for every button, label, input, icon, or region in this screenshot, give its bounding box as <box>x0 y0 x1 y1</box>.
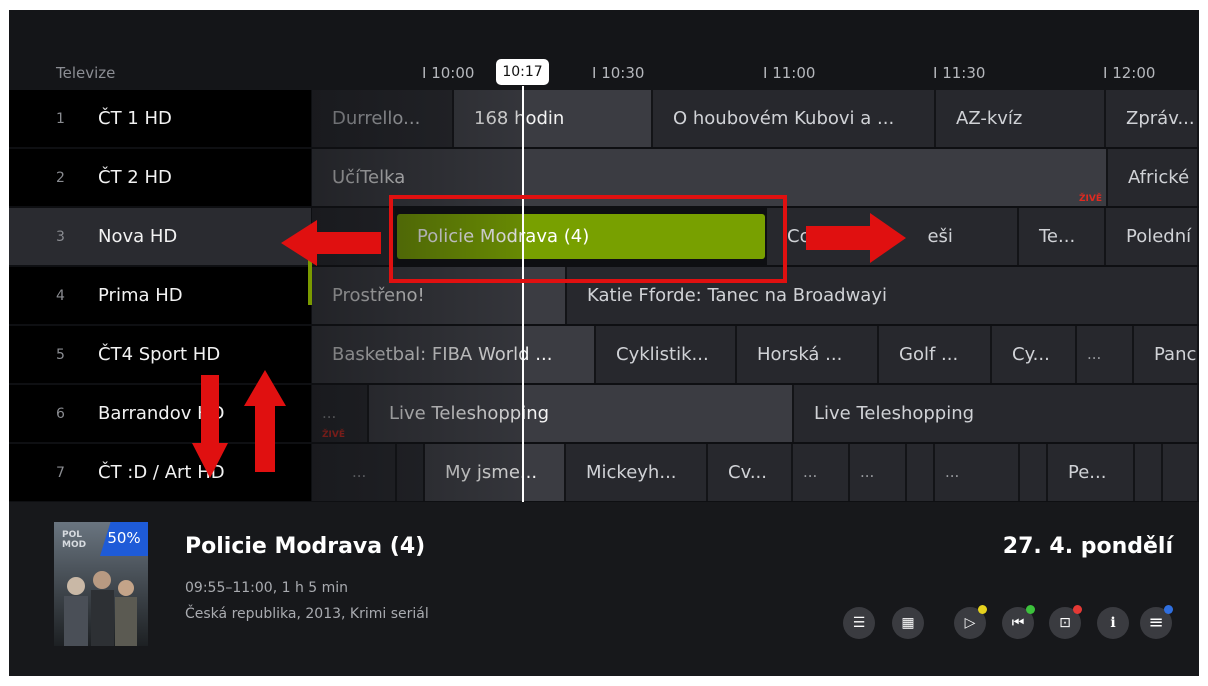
program-cell[interactable]: Live Teleshopping <box>369 385 794 442</box>
channel-name: ČT 1 HD <box>98 108 172 129</box>
channel-name: Prima HD <box>98 285 183 306</box>
channel-row[interactable]: 4 Prima HD <box>9 267 311 324</box>
program-cell[interactable] <box>1020 444 1048 501</box>
program-cell[interactable]: Live Teleshopping <box>794 385 1199 442</box>
program-cell[interactable] <box>397 444 425 501</box>
focus-highlight-frame <box>389 195 787 283</box>
program-row: Basketbal: FIBA World ... Cyklistik... H… <box>312 326 1199 383</box>
current-time-badge: 10:17 <box>496 59 549 85</box>
program-row: Durrello... 168 hodin O houbovém Kubovi … <box>312 90 1199 147</box>
program-time: 09:55–11:00, 1 h 5 min <box>185 580 349 596</box>
restart-icon[interactable]: ⏮ <box>1002 605 1035 639</box>
program-cell[interactable]: Mickeyh... <box>566 444 708 501</box>
play-icon[interactable]: ▷ <box>954 605 987 639</box>
program-cell[interactable] <box>1163 444 1199 501</box>
program-row: ... ŽIVĚ Live Teleshopping Live Teleshop… <box>312 385 1199 442</box>
program-cell[interactable]: 168 hodin <box>454 90 653 147</box>
program-cell[interactable]: Cy... <box>992 326 1077 383</box>
red-key-dot <box>1073 605 1082 614</box>
poster-title: POL MOD <box>62 530 87 550</box>
program-detail-panel: POL MOD 50% Policie Modrava (4) 09:55–11… <box>9 502 1199 676</box>
program-cell[interactable]: ... ŽIVĚ <box>312 385 369 442</box>
channel-row[interactable]: 2 ČT 2 HD <box>9 149 311 206</box>
poster-image <box>64 571 137 646</box>
record-glyph: ⊡ <box>1059 615 1071 631</box>
calendar-icon[interactable]: ▦ <box>892 607 924 639</box>
channel-number: 6 <box>56 405 65 422</box>
program-title: UčíTelka <box>332 167 406 188</box>
program-title: ... <box>322 404 337 422</box>
program-cell[interactable]: AZ-kvíz <box>936 90 1106 147</box>
channel-name: ČT4 Sport HD <box>98 344 221 365</box>
list-glyph: ☰ <box>852 615 866 631</box>
arrow-down-icon <box>192 375 228 478</box>
tv-guide-screen: Televize I 10:00 I 10:30 I 11:00 I 11:30… <box>9 10 1199 676</box>
channel-number: 3 <box>56 228 65 245</box>
blue-key-dot <box>1164 605 1173 614</box>
program-cell[interactable]: ... <box>312 444 397 501</box>
menu-icon[interactable]: ≡ <box>1140 605 1173 639</box>
program-title: Policie Modrava (4) <box>185 534 426 559</box>
live-tag: ŽIVĚ <box>1079 194 1102 204</box>
channel-number: 2 <box>56 169 65 186</box>
program-cell[interactable]: Cv... <box>708 444 793 501</box>
timeline-header: Televize I 10:00 I 10:30 I 11:00 I 11:30… <box>9 10 1199 90</box>
program-cell[interactable]: ... <box>793 444 850 501</box>
time-tick: I 10:30 <box>592 64 645 82</box>
program-cell[interactable]: My jsme... <box>425 444 566 501</box>
watched-progress-badge: 50% <box>100 522 148 556</box>
program-cell[interactable]: Te... <box>1019 208 1106 265</box>
list-icon[interactable]: ☰ <box>843 607 875 639</box>
channel-row-selected[interactable]: 3 Nova HD <box>9 208 311 265</box>
program-meta: Česká republika, 2013, Krimi seriál <box>185 606 429 622</box>
arrow-up-icon <box>244 370 286 472</box>
restart-glyph: ⏮ <box>1011 615 1025 631</box>
yellow-key-dot <box>978 605 987 614</box>
program-title: eši <box>927 226 953 247</box>
time-tick: I 10:00 <box>422 64 475 82</box>
program-cell[interactable]: Zpráv... <box>1106 90 1199 147</box>
program-poster: POL MOD 50% <box>54 522 148 646</box>
info-glyph: i <box>1110 615 1116 631</box>
info-icon[interactable]: i <box>1097 607 1129 639</box>
record-icon[interactable]: ⊡ <box>1049 605 1082 639</box>
channel-name: ČT 2 HD <box>98 167 172 188</box>
menu-glyph: ≡ <box>1148 612 1164 633</box>
program-grid: Durrello... 168 hodin O houbovém Kubovi … <box>312 90 1199 502</box>
arrow-left-icon <box>281 220 381 266</box>
program-cell[interactable] <box>1135 444 1163 501</box>
program-cell[interactable]: Panc <box>1134 326 1199 383</box>
channel-number: 5 <box>56 346 65 363</box>
date-label: 27. 4. pondělí <box>1002 534 1173 559</box>
program-cell[interactable] <box>907 444 935 501</box>
program-cell[interactable]: Durrello... <box>312 90 454 147</box>
section-label: Televize <box>56 64 116 82</box>
channel-number: 1 <box>56 110 65 127</box>
program-cell[interactable]: Polední <box>1106 208 1199 265</box>
live-tag: ŽIVĚ <box>322 430 345 440</box>
channel-row[interactable]: 1 ČT 1 HD <box>9 90 311 147</box>
channel-number: 7 <box>56 464 65 481</box>
program-cell[interactable]: ... <box>935 444 1020 501</box>
program-cell[interactable]: Golf ... <box>879 326 992 383</box>
channel-number: 4 <box>56 287 65 304</box>
program-cell[interactable]: Horská ... <box>737 326 879 383</box>
program-cell[interactable]: Basketbal: FIBA World ... <box>312 326 596 383</box>
time-tick: I 11:00 <box>763 64 816 82</box>
time-tick: I 11:30 <box>933 64 986 82</box>
program-cell[interactable]: Pe... <box>1048 444 1135 501</box>
program-row: ... My jsme... Mickeyh... Cv... ... ... … <box>312 444 1199 501</box>
calendar-glyph: ▦ <box>901 615 915 631</box>
channel-name: Nova HD <box>98 226 178 247</box>
program-cell[interactable]: ... <box>850 444 907 501</box>
current-time-line <box>522 86 524 502</box>
program-cell[interactable]: ... <box>1077 326 1134 383</box>
program-cell[interactable]: O houbovém Kubovi a ... <box>653 90 936 147</box>
program-cell[interactable]: Africké <box>1108 149 1199 206</box>
time-tick: I 12:00 <box>1103 64 1156 82</box>
play-glyph: ▷ <box>964 615 976 631</box>
program-cell[interactable]: Cyklistik... <box>596 326 737 383</box>
green-key-dot <box>1026 605 1035 614</box>
arrow-right-icon <box>806 213 906 263</box>
